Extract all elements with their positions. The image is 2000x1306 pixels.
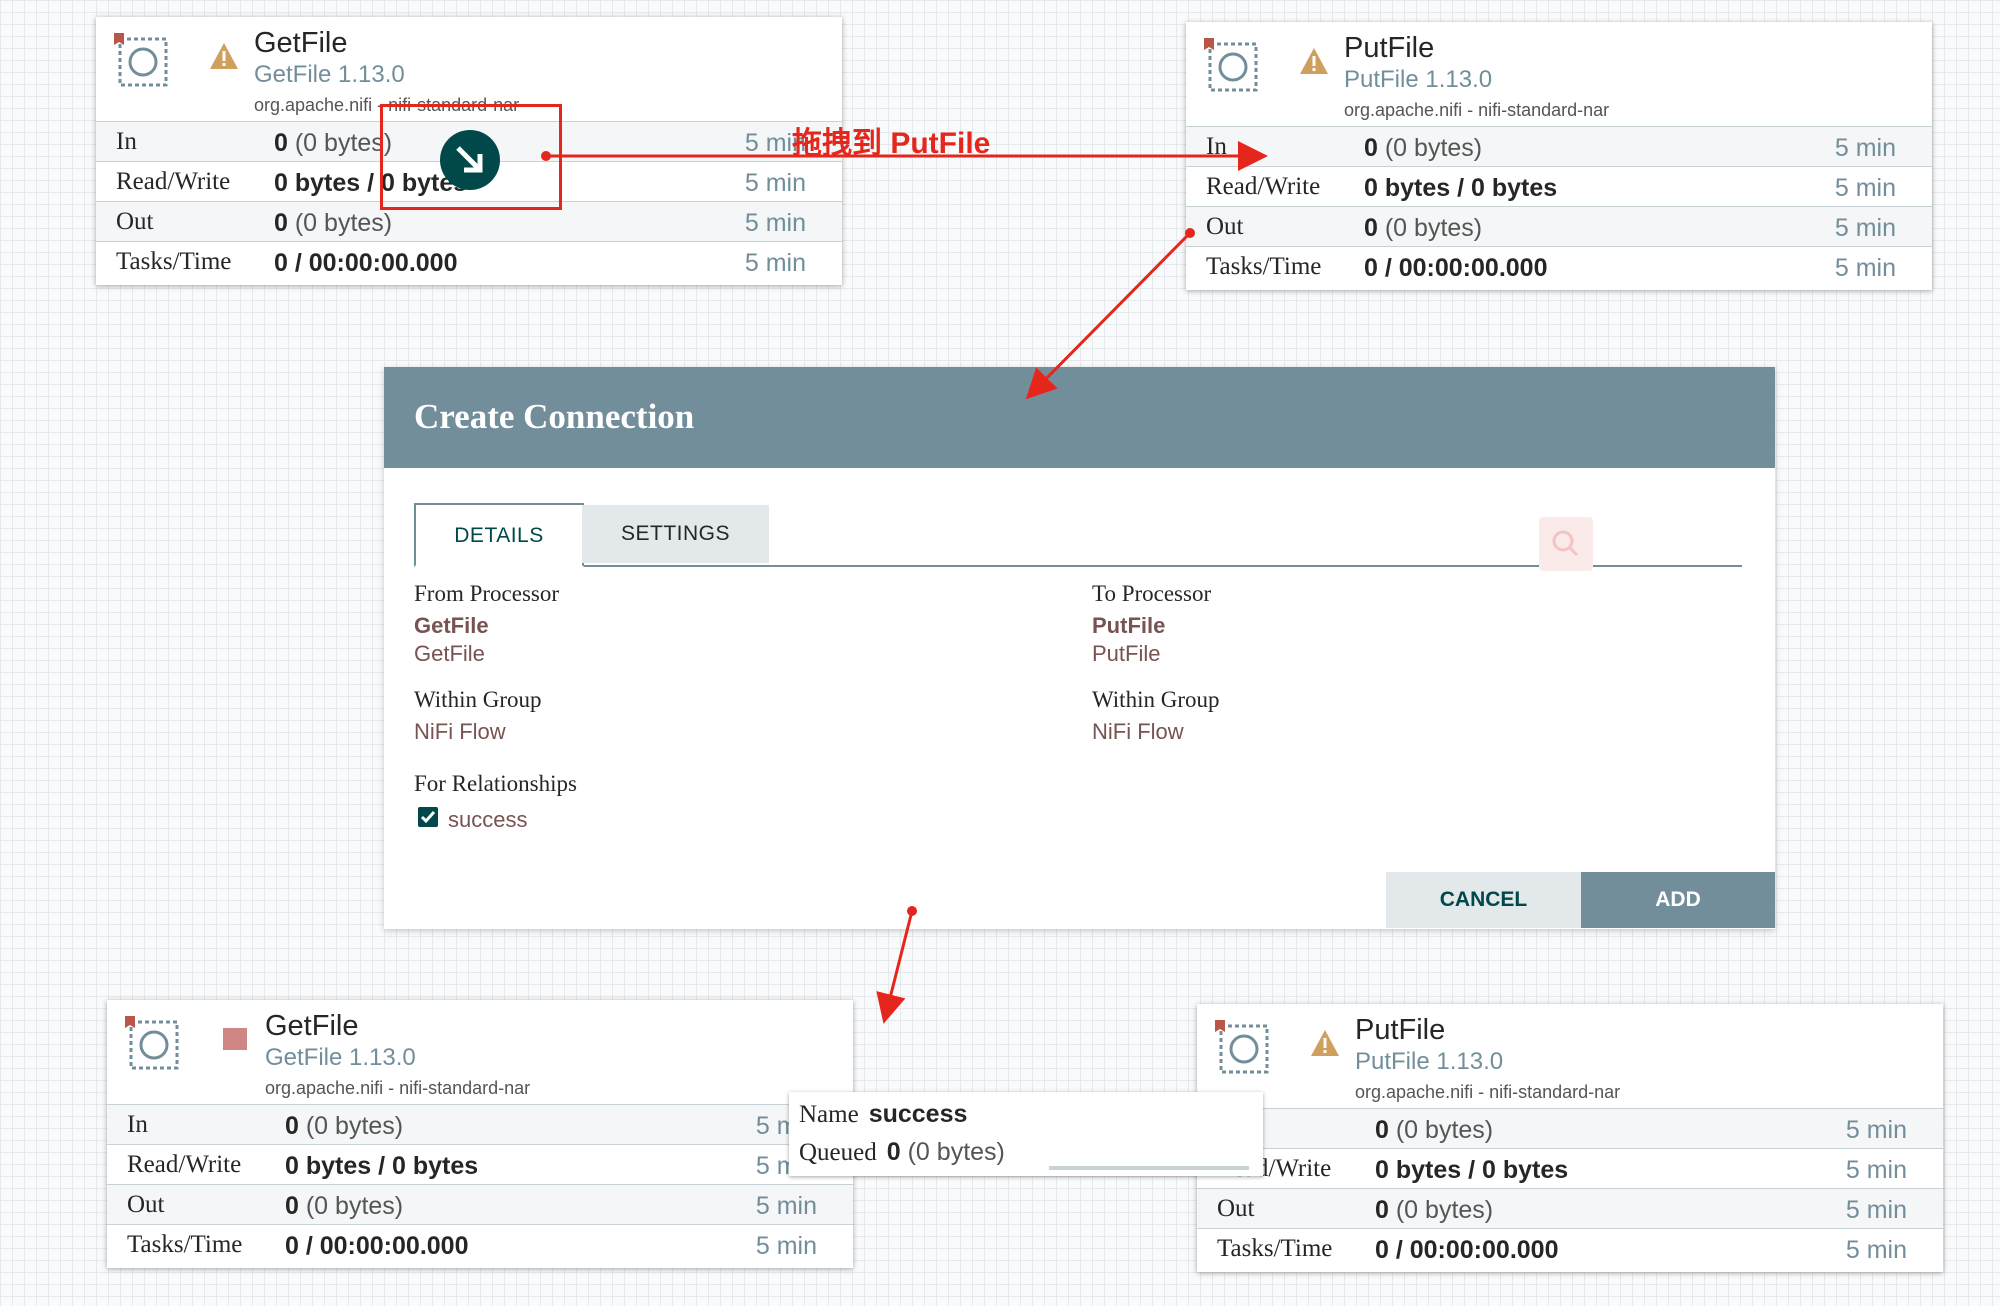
arrow-to-result bbox=[876, 906, 917, 1024]
annotation-arrows bbox=[541, 141, 1268, 1024]
arrow-to-dialog bbox=[1025, 228, 1195, 400]
arrow-to-putfile bbox=[541, 141, 1268, 171]
